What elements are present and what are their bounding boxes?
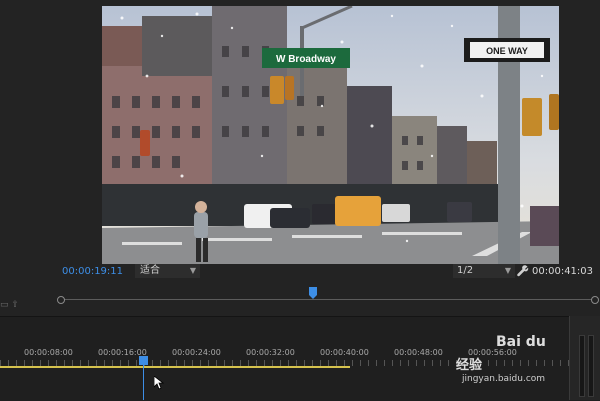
total-duration: 00:00:41:03 [532, 266, 594, 277]
baidu-paw-logo: Bai du [496, 334, 546, 350]
street-sign-green-text: W Broadway [276, 54, 336, 65]
program-monitor-video: W Broadway ONE WAY [102, 6, 559, 264]
scrub-end-handle[interactable] [591, 296, 599, 304]
work-area-bar[interactable] [0, 366, 350, 368]
timeline-playhead-line [143, 362, 144, 400]
wrench-icon[interactable] [517, 265, 529, 277]
scrub-start-handle[interactable] [57, 296, 65, 304]
fit-dropdown[interactable]: 适合 ▼ [135, 264, 200, 278]
resolution-dropdown[interactable]: 1/2 ▼ [453, 264, 515, 278]
chevron-down-icon: ▼ [189, 266, 196, 275]
audio-meter-right [588, 335, 594, 397]
ruler-label-0: 00:00:08:00 [24, 348, 73, 357]
watermark-url: jingyan.baidu.com [462, 374, 546, 384]
mouse-pointer-icon [154, 376, 164, 390]
chevron-down-icon: ▼ [504, 266, 511, 275]
resolution-dropdown-label: 1/2 [457, 265, 474, 276]
panel-corner-icons: ▭ ⇧ [0, 300, 19, 310]
current-timecode[interactable]: 00:00:19:11 [62, 266, 123, 277]
ruler-label-2: 00:00:24:00 [172, 348, 221, 357]
watermark-text: 经验 [456, 358, 483, 373]
one-way-sign-text: ONE WAY [486, 46, 528, 56]
monitor-scrub-bar[interactable] [60, 299, 597, 300]
street-video-frame: W Broadway ONE WAY [102, 6, 559, 264]
export-frame-icon[interactable]: ▭ ⇧ [0, 300, 19, 310]
monitor-playhead[interactable] [309, 287, 317, 299]
right-panel-area [559, 0, 600, 264]
left-panel-area [0, 0, 102, 264]
timeline-playhead-icon[interactable] [139, 356, 148, 365]
fit-dropdown-label: 适合 [140, 265, 160, 276]
ruler-label-4: 00:00:40:00 [320, 348, 369, 357]
baidu-watermark: Bai du 经验 jingyan.baidu.com [456, 334, 576, 390]
audio-meter-left [579, 335, 585, 397]
ruler-label-3: 00:00:32:00 [246, 348, 295, 357]
ruler-label-5: 00:00:48:00 [394, 348, 443, 357]
